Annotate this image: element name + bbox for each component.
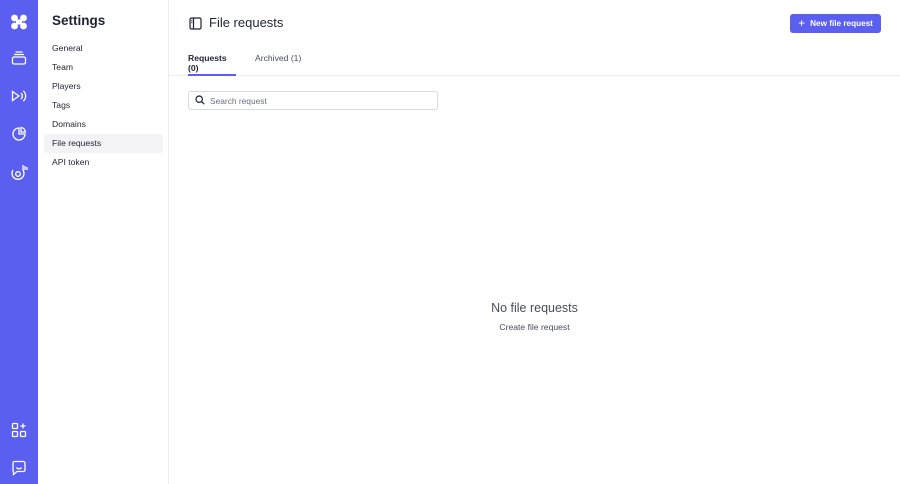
sidebar-toggle-icon[interactable] [189, 17, 202, 30]
main-content: File requests + New file request Request… [169, 0, 900, 484]
sidebar-item-domains[interactable]: Domains [44, 115, 163, 134]
sidebar-item-team[interactable]: Team [44, 58, 163, 77]
new-file-request-label: New file request [810, 19, 873, 28]
analytics-icon[interactable] [0, 121, 38, 147]
search-box [188, 91, 438, 110]
tab-archived[interactable]: Archived (1) [255, 53, 301, 76]
tab-bar: Requests (0) Archived (1) [169, 44, 900, 76]
sidebar-item-tags[interactable]: Tags [44, 96, 163, 115]
sidebar-item-general[interactable]: General [44, 39, 163, 58]
empty-state-title: No file requests [491, 301, 578, 315]
tab-requests[interactable]: Requests (0) [188, 53, 236, 76]
search-input[interactable] [210, 95, 410, 106]
logo-icon[interactable] [0, 9, 38, 35]
sidebar-title: Settings [52, 13, 106, 28]
page-title: File requests [209, 15, 284, 30]
sidebar-item-api-token[interactable]: API token [44, 153, 163, 172]
app-rail [0, 0, 38, 484]
support-chat-icon[interactable] [0, 455, 38, 481]
settings-sidebar: Settings General Team Players Tags Domai… [38, 0, 169, 484]
media-icon[interactable] [0, 45, 38, 71]
sidebar-item-players[interactable]: Players [44, 77, 163, 96]
apps-icon[interactable] [0, 417, 38, 443]
sidebar-item-file-requests[interactable]: File requests [44, 134, 163, 153]
new-file-request-button[interactable]: + New file request [790, 14, 881, 33]
plus-icon: + [798, 16, 806, 30]
broadcast-icon[interactable] [0, 83, 38, 109]
integrations-icon[interactable] [0, 159, 38, 185]
create-file-request-link[interactable]: Create file request [169, 322, 900, 332]
settings-nav: General Team Players Tags Domains File r… [44, 39, 163, 172]
search-icon [195, 92, 205, 110]
